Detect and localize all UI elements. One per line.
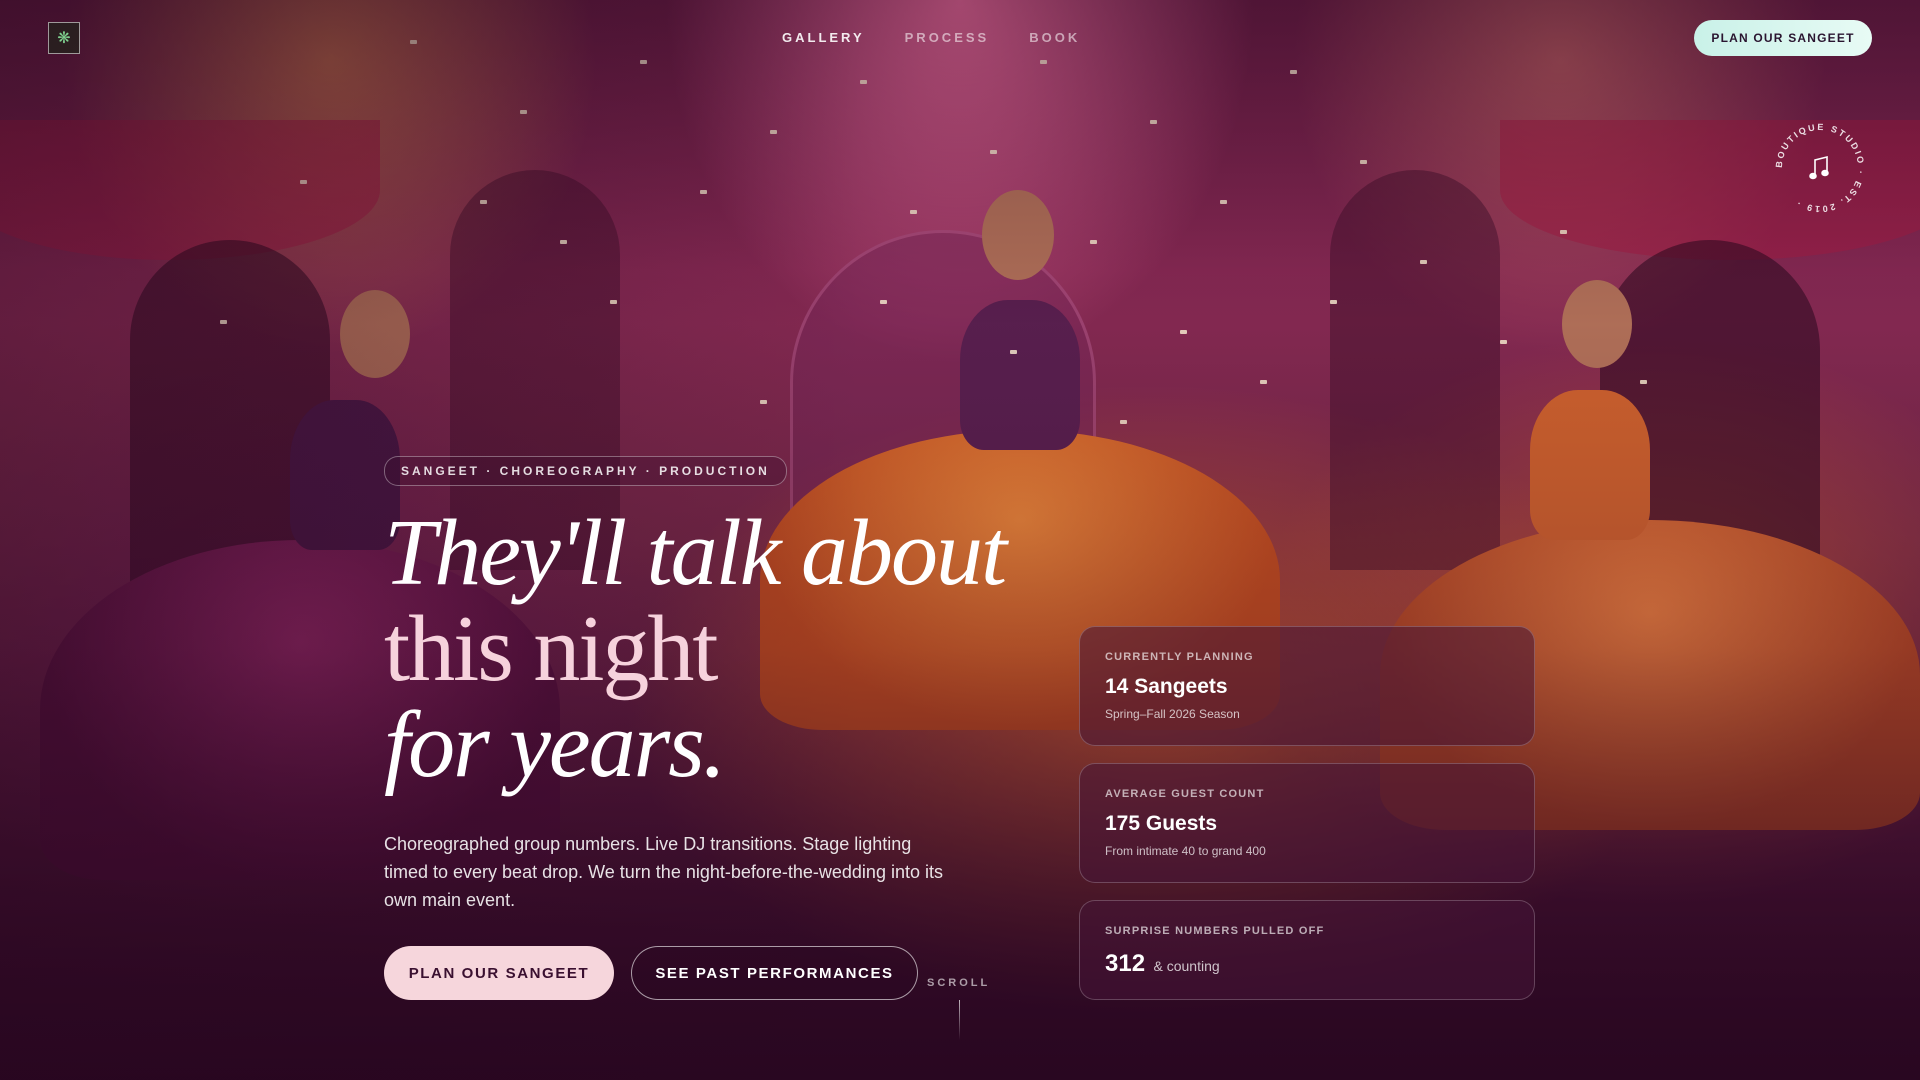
stat-label: CURRENTLY PLANNING (1105, 651, 1254, 663)
top-nav: GALLERY PROCESS BOOK (782, 30, 1080, 45)
stat-value: 14 Sangeets (1105, 675, 1228, 698)
badge-ring-text: BOUTIQUE STUDIO · EST. 2019 · (1774, 122, 1864, 214)
music-note-icon (1809, 155, 1829, 180)
scroll-indicator-label[interactable]: SCROLL (927, 977, 990, 989)
svg-text:BOUTIQUE STUDIO · EST. 2019 ·: BOUTIQUE STUDIO · EST. 2019 · (1774, 122, 1866, 214)
see-past-performances-button[interactable]: SEE PAST PERFORMANCES (631, 946, 918, 1000)
nav-process-link[interactable]: PROCESS (905, 30, 990, 45)
stat-label: AVERAGE GUEST COUNT (1105, 788, 1265, 800)
headline-line-2: this night (384, 597, 719, 701)
scroll-indicator-line (959, 1000, 960, 1040)
nav-book-link[interactable]: BOOK (1029, 30, 1080, 45)
plan-sangeet-nav-button[interactable]: PLAN OUR SANGEET (1694, 20, 1872, 56)
stat-card-average-guest-count: AVERAGE GUEST COUNT 175 Guests From inti… (1079, 763, 1535, 883)
hero-headline: They'll talk about this night for years. (384, 501, 1007, 797)
hero-description: Choreographed group numbers. Live DJ tra… (384, 834, 943, 910)
stat-card-currently-planning: CURRENTLY PLANNING 14 Sangeets Spring–Fa… (1079, 626, 1535, 746)
stat-value: 175 Guests (1105, 812, 1218, 835)
nav-gallery-link[interactable]: GALLERY (782, 30, 865, 45)
plan-sangeet-button[interactable]: PLAN OUR SANGEET (384, 946, 614, 1000)
boutique-studio-badge: BOUTIQUE STUDIO · EST. 2019 · (1774, 122, 1866, 214)
stat-suffix: & counting (1153, 958, 1220, 974)
headline-line-1: They'll talk about (384, 501, 1007, 605)
stat-value: 312 (1105, 950, 1146, 977)
stat-subtext: From intimate 40 to grand 400 (1105, 844, 1266, 858)
headline-line-3: for years. (384, 693, 726, 797)
hero-eyebrow-tag: SANGEET · CHOREOGRAPHY · PRODUCTION (384, 456, 787, 486)
stat-label: SURPRISE NUMBERS PULLED OFF (1105, 925, 1325, 937)
stat-card-surprise-numbers: SURPRISE NUMBERS PULLED OFF 312 & counti… (1079, 900, 1535, 1000)
studio-logo-icon[interactable]: ❋ (48, 22, 80, 54)
stat-subtext: Spring–Fall 2026 Season (1105, 707, 1240, 721)
